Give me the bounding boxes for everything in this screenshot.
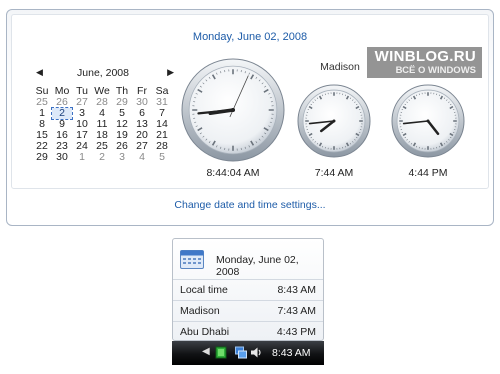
calendar-day[interactable]: 2 [92, 152, 112, 163]
change-date-time-settings-link[interactable]: Change date and time settings... [7, 199, 493, 211]
calendar-month-label[interactable]: June, 2008 [32, 67, 174, 79]
flyout-content-panel: Monday, June 02, 2008 ◀ June, 2008 ▶ Su M… [11, 14, 489, 189]
date-header[interactable]: Monday, June 02, 2008 [12, 31, 488, 43]
clock-madison-time: 7:44 AM [314, 167, 354, 179]
show-hidden-icons-arrow-icon[interactable]: ◀ [202, 346, 210, 357]
timezone-label: Local time [180, 284, 228, 296]
clock-center-pin [426, 119, 430, 123]
calendar-day[interactable]: 4 [132, 152, 152, 163]
next-month-arrow-icon[interactable]: ▶ [167, 67, 174, 78]
calendar: ◀ June, 2008 ▶ Su Mo Tu We Th Fr Sa 25 26 27 28 29 3… [32, 67, 174, 163]
clock-center-pin [230, 107, 236, 113]
clock-center-pin [332, 119, 336, 123]
volume-icon[interactable] [250, 346, 262, 359]
clock-flyout: Monday, June 02, 2008 ◀ June, 2008 ▶ Su M… [6, 9, 494, 226]
clock-madison: 7:44 AM [296, 83, 372, 179]
calendar-day[interactable]: 29 [32, 152, 52, 163]
timezone-row-madison: Madison 7:43 AM [173, 300, 323, 321]
watermark-title: WINBLOG.RU [374, 48, 476, 65]
timezone-time: 4:43 PM [276, 326, 316, 338]
analog-clock-local [181, 58, 285, 162]
timezone-time: 7:43 AM [277, 305, 316, 317]
clock-local: 8:44:04 AM [180, 57, 286, 179]
calendar-day[interactable]: 1 [72, 152, 92, 163]
analog-clock-third [391, 84, 465, 158]
calendar-grid: Su Mo Tu We Th Fr Sa 25 26 27 28 29 30 31 1 2 3 4 5 6 7 8 9 10 1… [32, 86, 174, 163]
calendar-day[interactable]: 30 [52, 152, 72, 163]
clock-third: 4:44 PM [390, 83, 466, 179]
analog-clock-madison [297, 84, 371, 158]
network-status-icon[interactable] [215, 346, 227, 359]
calendar-day[interactable]: 5 [152, 152, 172, 163]
clock-third-time: 4:44 PM [408, 167, 448, 179]
calendar-nav: ◀ June, 2008 ▶ [32, 67, 174, 83]
calendar-day[interactable]: 3 [112, 152, 132, 163]
taskbar-notification-area: ◀ 8:43 AM [172, 341, 324, 365]
network-connection-icon[interactable] [235, 346, 247, 359]
clock-madison-city: Madison [320, 61, 360, 73]
timezone-time: 8:43 AM [277, 284, 316, 296]
watermark-subtitle: ВСЁ О WINDOWS [395, 65, 476, 76]
watermark: WINBLOG.RU ВСЁ О WINDOWS [366, 47, 482, 78]
timezone-row-local: Local time 8:43 AM [173, 279, 323, 300]
clock-local-time: 8:44:04 AM [206, 167, 260, 179]
taskbar-clock[interactable]: 8:43 AM [272, 347, 311, 359]
timezone-label: Abu Dhabi [180, 326, 230, 338]
tooltip-date: Monday, June 02, 2008 [216, 254, 299, 278]
timezone-row-abu-dhabi: Abu Dhabi 4:43 PM [173, 321, 323, 342]
timezone-label: Madison [180, 305, 220, 317]
tooltip-header: Monday, June 02, 2008 [173, 239, 323, 279]
tray-clock-tooltip: Monday, June 02, 2008 Local time 8:43 AM… [172, 238, 324, 341]
calendar-icon [180, 250, 204, 269]
